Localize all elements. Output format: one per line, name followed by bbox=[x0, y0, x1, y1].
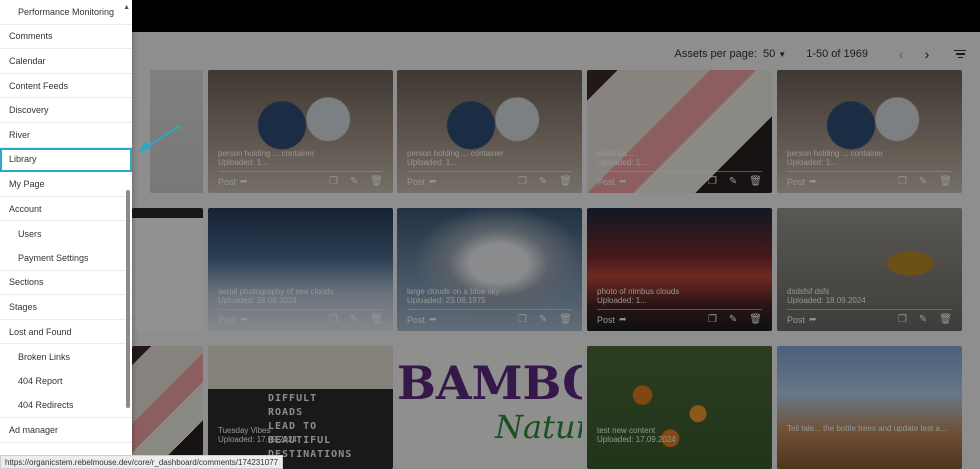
sidebar-item-label: River bbox=[9, 129, 31, 140]
sidebar-menu: ▲ Performance Monitoring Comments Calendar… bbox=[0, 0, 132, 469]
sidebar-item-404-report[interactable]: 404 Report bbox=[0, 369, 132, 394]
sidebar-item-discovery[interactable]: Discovery bbox=[0, 98, 132, 123]
sidebar-item-library[interactable]: Library bbox=[0, 147, 132, 173]
sidebar-item-calendar[interactable]: Calendar bbox=[0, 49, 132, 74]
sidebar-item-label: Stages bbox=[9, 301, 38, 312]
sidebar-item-performance-monitoring[interactable]: Performance Monitoring bbox=[0, 0, 132, 25]
sidebar-item-my-page[interactable]: My Page bbox=[0, 172, 132, 197]
sidebar-item-label: Ad manager bbox=[9, 424, 59, 435]
sidebar-item-label: 404 Redirects bbox=[18, 400, 74, 411]
sidebar-item-label: Discovery bbox=[9, 105, 49, 116]
sidebar-item-label: Account bbox=[9, 203, 42, 214]
sidebar-item-label: Payment Settings bbox=[18, 252, 89, 263]
sidebar-item-label: My Page bbox=[9, 178, 45, 189]
sidebar-item-label: Sections bbox=[9, 277, 44, 288]
sidebar-item-broken-links[interactable]: Broken Links bbox=[0, 344, 132, 369]
sidebar-item-content-feeds[interactable]: Content Feeds bbox=[0, 74, 132, 99]
sidebar-item-label: Lost and Found bbox=[9, 326, 72, 337]
sidebar-item-label: Performance Monitoring bbox=[18, 6, 115, 17]
sidebar-item-payment-settings[interactable]: Payment Settings bbox=[0, 246, 132, 271]
sidebar-item-stages[interactable]: Stages bbox=[0, 295, 132, 320]
sidebar-scrollbar[interactable] bbox=[126, 190, 130, 408]
sidebar-item-404-redirects[interactable]: 404 Redirects bbox=[0, 394, 132, 419]
sidebar-item-ad-manager[interactable]: Ad manager bbox=[0, 418, 132, 443]
sidebar-item-label: 404 Report bbox=[18, 376, 63, 387]
sidebar-item-sections[interactable]: Sections bbox=[0, 271, 132, 296]
sidebar-item-lost-and-found[interactable]: Lost and Found bbox=[0, 320, 132, 345]
sidebar-item-label: Users bbox=[18, 228, 42, 239]
status-url: https://organicstem.rebelmouse.dev/core/… bbox=[0, 455, 284, 469]
sidebar-item-label: Calendar bbox=[9, 55, 46, 66]
sidebar-item-users[interactable]: Users bbox=[0, 221, 132, 246]
sidebar-menu-list: Performance Monitoring Comments Calendar Co… bbox=[0, 0, 132, 443]
sidebar-item-label: Broken Links bbox=[18, 351, 71, 362]
sidebar-item-comments[interactable]: Comments bbox=[0, 25, 132, 50]
sidebar-item-river[interactable]: River bbox=[0, 123, 132, 148]
sidebar-item-label: Library bbox=[9, 154, 37, 165]
annotation-arrow-icon bbox=[138, 125, 181, 152]
sidebar-item-account[interactable]: Account bbox=[0, 197, 132, 222]
sidebar-item-label: Content Feeds bbox=[9, 80, 69, 91]
sidebar-item-label: Comments bbox=[9, 31, 53, 42]
